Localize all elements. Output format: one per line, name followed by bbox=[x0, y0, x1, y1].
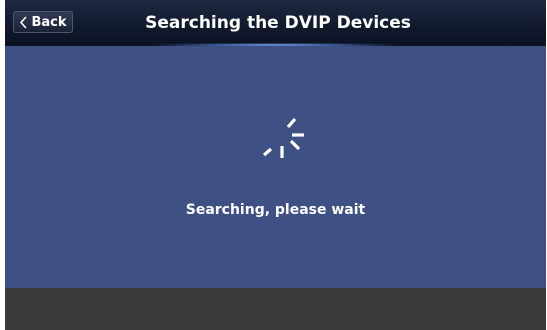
main-content: Searching, please wait bbox=[5, 46, 546, 288]
page-title: Searching the DVIP Devices bbox=[145, 13, 411, 33]
back-button-label: Back bbox=[31, 14, 67, 30]
title-bar: Back Searching the DVIP Devices bbox=[5, 0, 546, 47]
loading-spinner-icon bbox=[262, 117, 304, 158]
back-button[interactable]: Back bbox=[13, 11, 73, 33]
spinner-segment bbox=[262, 147, 273, 157]
chevron-left-icon bbox=[20, 15, 28, 29]
spinner-segment bbox=[286, 117, 297, 129]
spinner-segment bbox=[289, 139, 301, 151]
bottom-bar bbox=[5, 288, 546, 330]
app-screen: Back Searching the DVIP Devices Searchin… bbox=[5, 0, 546, 330]
status-message: Searching, please wait bbox=[185, 202, 366, 218]
